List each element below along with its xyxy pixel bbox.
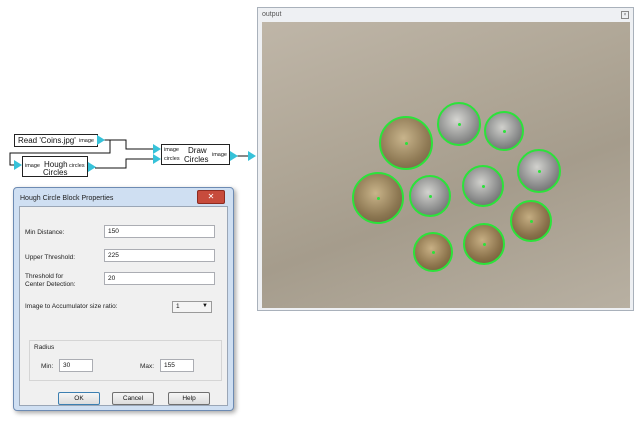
hough-circle-properties-dialog[interactable]: Hough Circle Block Properties ✕ Min Dist…: [13, 187, 234, 411]
draw-block-title-line1: Draw: [188, 146, 207, 155]
detected-coin: [413, 232, 453, 272]
detected-coin: [379, 116, 433, 170]
radius-min-label: Min:: [41, 363, 54, 370]
draw-block-image-input-label: image: [164, 147, 179, 153]
detected-coin: [510, 200, 552, 242]
output-window-input-port[interactable]: [248, 151, 256, 161]
center-threshold-label-line2: Center Detection:: [25, 281, 76, 288]
dialog-title: Hough Circle Block Properties: [20, 195, 114, 202]
accumulator-ratio-select[interactable]: 1 ▼: [172, 301, 212, 313]
detected-coin: [517, 149, 561, 193]
radius-group: Radius Min: 30 Max: 155: [29, 340, 222, 381]
cancel-button[interactable]: Cancel: [112, 392, 154, 405]
accumulator-ratio-value: 1: [176, 303, 180, 310]
hough-block-input-label: image: [25, 163, 40, 169]
radius-max-label: Max:: [140, 363, 155, 370]
hough-circles-block[interactable]: image Hough Circles circles: [22, 156, 88, 177]
read-image-block[interactable]: Read 'Coins.jpg' image: [14, 134, 98, 147]
radius-group-title: Radius: [34, 344, 55, 351]
upper-threshold-field[interactable]: 225: [104, 249, 215, 262]
detected-coin: [352, 172, 404, 224]
min-distance-label: Min Distance:: [25, 229, 65, 236]
ok-button[interactable]: OK: [58, 392, 100, 405]
draw-circles-block[interactable]: image circles Draw Circles image: [161, 144, 230, 165]
dialog-close-icon[interactable]: ✕: [197, 190, 225, 204]
read-block-label: Read 'Coins.jpg': [18, 136, 76, 145]
center-threshold-field[interactable]: 20: [104, 272, 215, 285]
detected-coin: [409, 175, 451, 217]
radius-max-field[interactable]: 155: [160, 359, 194, 372]
detected-coin: [484, 111, 524, 151]
center-threshold-label-line1: Threshold for: [25, 273, 64, 280]
output-window-title: output: [262, 11, 282, 18]
radius-min-field[interactable]: 30: [59, 359, 93, 372]
draw-block-image-input-port[interactable]: [153, 144, 161, 154]
read-block-output-label: image: [79, 138, 94, 144]
hough-block-output-label: circles: [69, 163, 85, 169]
hough-block-output-port[interactable]: [88, 162, 96, 172]
dialog-body: Min Distance: 150 Upper Threshold: 225 T…: [19, 206, 228, 406]
draw-block-output-label: image: [212, 152, 227, 158]
hough-block-title-line2: Circles: [43, 168, 68, 177]
detected-coin: [462, 165, 504, 207]
min-distance-field[interactable]: 150: [104, 225, 215, 238]
hough-block-input-port[interactable]: [14, 160, 22, 170]
detected-coin: [437, 102, 481, 146]
read-block-output-port[interactable]: [97, 135, 105, 145]
draw-block-output-port[interactable]: [230, 151, 238, 161]
output-window-close-icon[interactable]: ×: [621, 11, 629, 19]
draw-block-title-line2: Circles: [184, 155, 209, 164]
draw-block-circles-input-label: circles: [164, 156, 180, 162]
accumulator-ratio-label: Image to Accumulator size ratio:: [25, 303, 118, 310]
output-window[interactable]: output ×: [257, 7, 634, 311]
coins-photo: [262, 22, 630, 308]
upper-threshold-label: Upper Threshold:: [25, 254, 76, 261]
detected-coin: [463, 223, 505, 265]
chevron-down-icon: ▼: [202, 303, 208, 309]
help-button[interactable]: Help: [168, 392, 210, 405]
draw-block-circles-input-port[interactable]: [153, 154, 161, 164]
